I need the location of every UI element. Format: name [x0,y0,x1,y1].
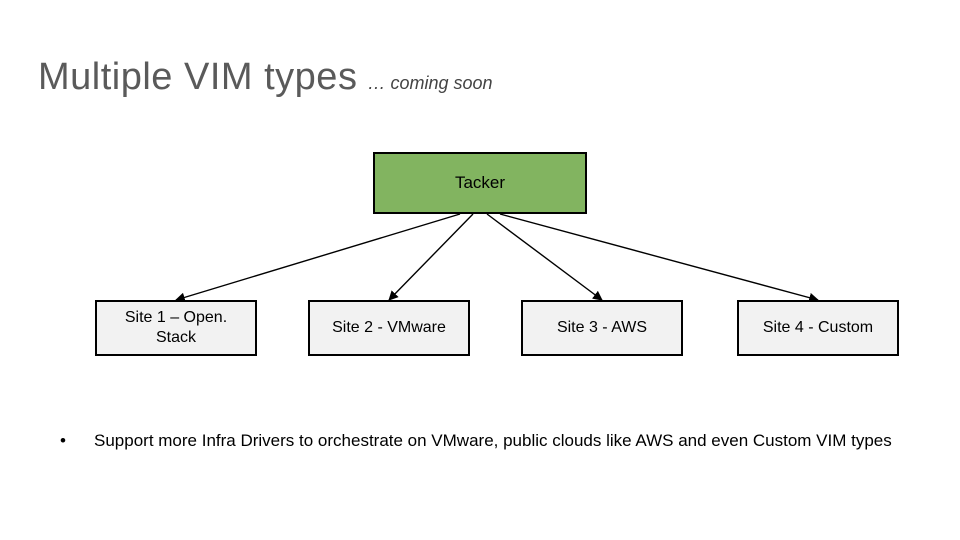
title-row: Multiple VIM types … coming soon [38,56,493,99]
bullet-marker: • [60,429,70,453]
site-label: Site 3 - AWS [557,318,647,338]
bullet-item: • Support more Infra Drivers to orchestr… [60,429,900,453]
site-box-3: Site 3 - AWS [521,300,683,356]
slide: Multiple VIM types … coming soon Tacker … [0,0,960,540]
site-box-1: Site 1 – Open. Stack [95,300,257,356]
site-box-2: Site 2 - VMware [308,300,470,356]
site-label: Site 2 - VMware [332,318,446,338]
slide-subtitle: … coming soon [367,73,492,94]
bullet-text: Support more Infra Drivers to orchestrat… [94,429,892,453]
slide-title: Multiple VIM types [38,56,357,99]
center-node-label: Tacker [455,173,505,193]
bullet-list: • Support more Infra Drivers to orchestr… [60,429,900,453]
site-label: Site 1 – Open. Stack [103,308,249,348]
site-box-4: Site 4 - Custom [737,300,899,356]
center-node: Tacker [373,152,587,214]
site-label: Site 4 - Custom [763,318,873,338]
